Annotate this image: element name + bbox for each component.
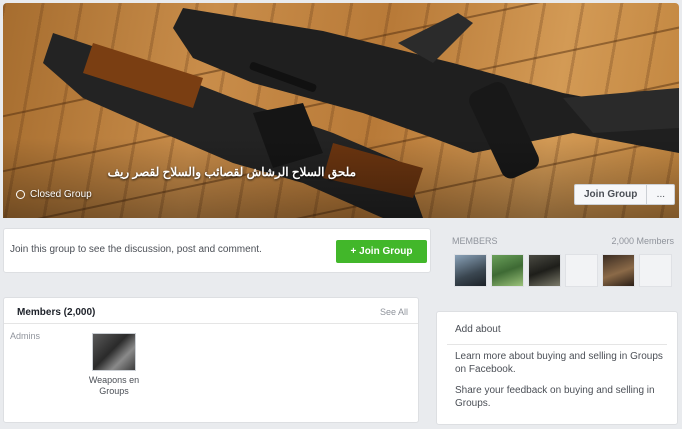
- group-cover-photo[interactable]: ملحق السلاح الرشاش لقصائب والسلاح لقصر ر…: [3, 3, 679, 218]
- sidebar-members-count[interactable]: 2,000 Members: [611, 236, 674, 246]
- join-prompt-text: Join this group to see the discussion, p…: [10, 244, 262, 255]
- group-privacy-label: Closed Group: [30, 189, 92, 200]
- see-all-link[interactable]: See All: [380, 307, 408, 317]
- members-card: Members (2,000) See All Admins Weapons e…: [3, 297, 419, 423]
- about-buying-link[interactable]: Learn more about buying and selling in G…: [455, 350, 670, 376]
- sidebar-members: MEMBERS 2,000 Members: [445, 228, 678, 300]
- member-avatar[interactable]: [528, 254, 561, 287]
- members-header: Members (2,000) See All: [4, 298, 418, 324]
- member-avatar[interactable]: [639, 254, 672, 287]
- join-group-toolbar: Join Group ...: [574, 184, 676, 205]
- member-avatar[interactable]: [602, 254, 635, 287]
- join-group-label: Join Group: [584, 189, 638, 200]
- member-avatar[interactable]: [454, 254, 487, 287]
- more-options-button[interactable]: ...: [646, 185, 674, 204]
- about-feedback-link[interactable]: Share your feedback on buying and sellin…: [455, 384, 670, 410]
- join-group-green-button[interactable]: + Join Group: [336, 240, 427, 263]
- member-thumbnails: [454, 254, 672, 287]
- join-group-green-label: + Join Group: [350, 246, 413, 257]
- group-privacy: Closed Group: [16, 189, 92, 200]
- group-name[interactable]: ملحق السلاح الرشاش لقصائب والسلاح لقصر ر…: [16, 165, 356, 179]
- members-title[interactable]: Members (2,000): [17, 307, 95, 318]
- sidebar-members-label: MEMBERS: [452, 236, 498, 246]
- globe-icon: [16, 190, 25, 199]
- member-avatar[interactable]: [565, 254, 598, 287]
- admin-name-link[interactable]: Weapons en Groups: [84, 375, 144, 397]
- about-title[interactable]: Add about: [455, 324, 501, 335]
- admins-label: Admins: [10, 331, 41, 341]
- join-group-button[interactable]: Join Group: [575, 185, 646, 204]
- member-avatar[interactable]: [491, 254, 524, 287]
- admin-avatar[interactable]: [92, 333, 136, 371]
- about-divider: [447, 344, 667, 345]
- about-card: Add about Learn more about buying and se…: [436, 311, 678, 425]
- join-prompt-card: Join this group to see the discussion, p…: [3, 228, 431, 273]
